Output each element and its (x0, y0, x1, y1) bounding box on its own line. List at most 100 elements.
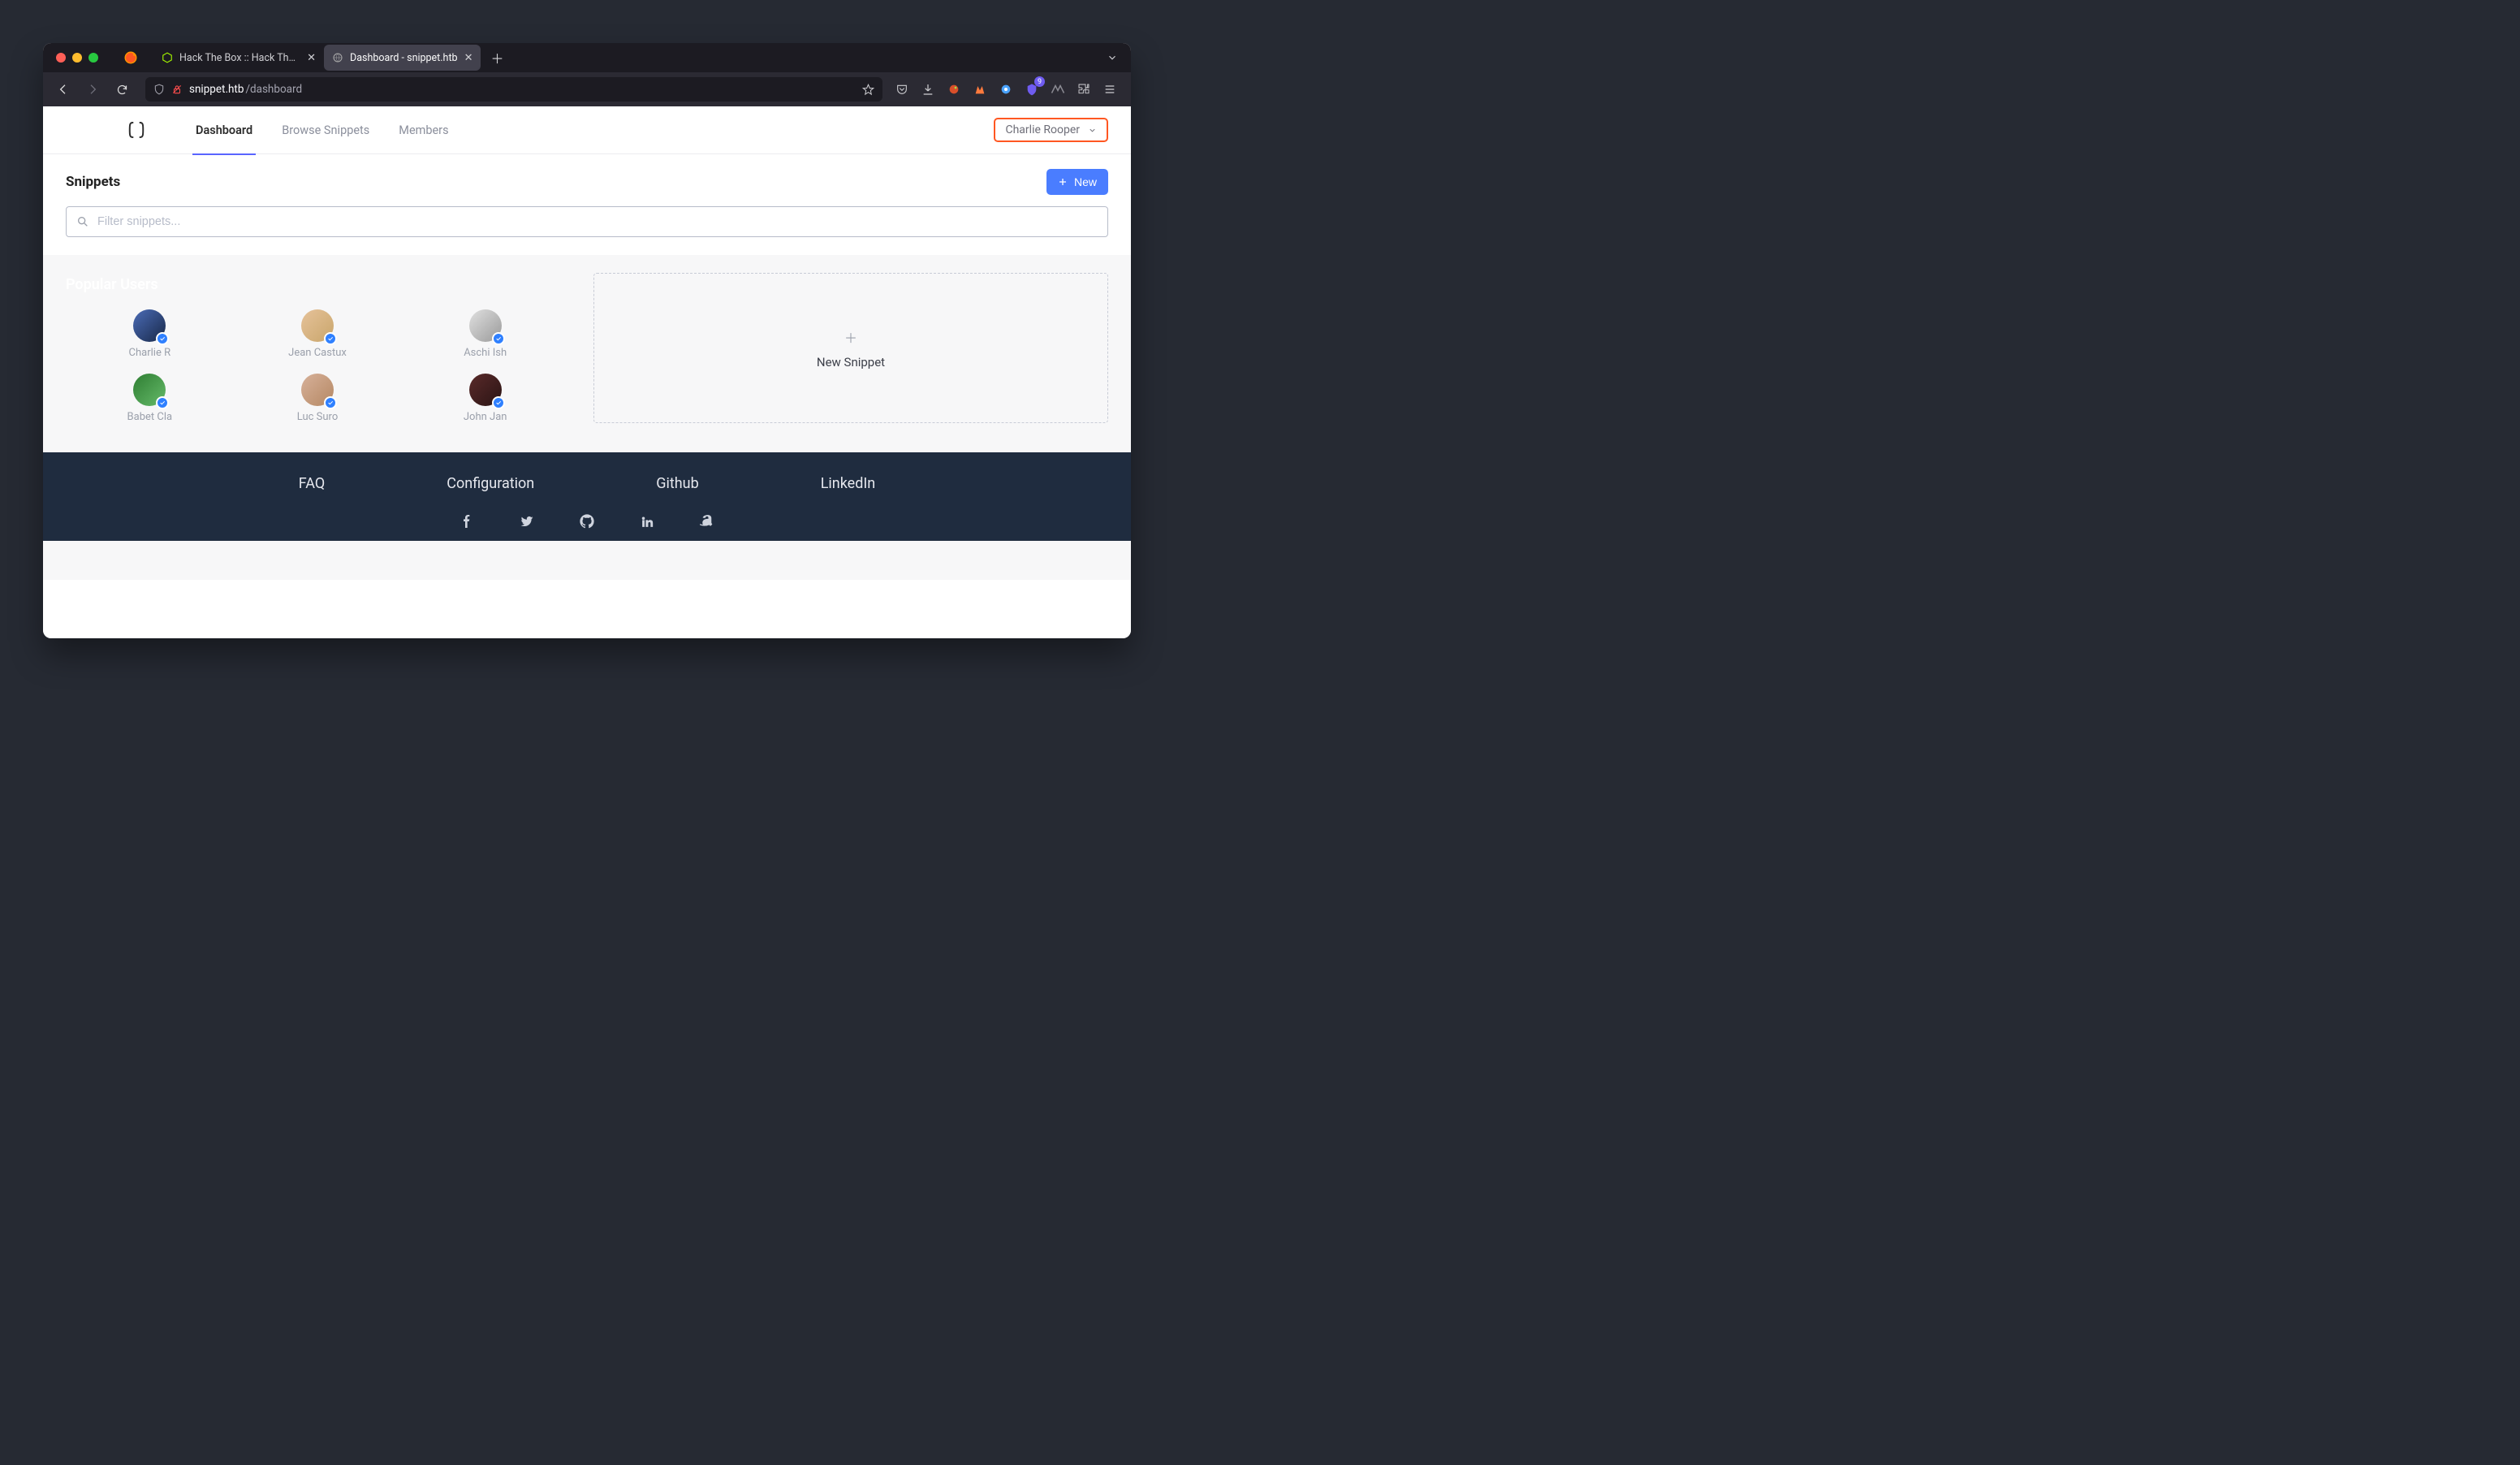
dashboard-area: Popular Users Charlie R Jean Castux Aschi … (43, 255, 1131, 452)
user-chip[interactable]: Babet Cla (66, 374, 234, 423)
avatar (469, 374, 502, 406)
github-icon[interactable] (579, 513, 595, 529)
list-all-tabs-icon[interactable] (1107, 52, 1118, 63)
user-name-label: Aschi Ish (464, 347, 507, 359)
browser-tab-0[interactable]: Hack The Box :: Hack The Box ✕ (153, 45, 324, 71)
nav-back-button[interactable] (51, 77, 76, 102)
popular-users-column: Popular Users Charlie R Jean Castux Aschi … (66, 273, 569, 423)
macos-window-controls[interactable] (56, 53, 98, 63)
below-footer-spacer (43, 541, 1131, 580)
pocket-icon[interactable] (894, 81, 910, 97)
verified-badge-icon (156, 332, 169, 345)
footer-social-row (43, 513, 1131, 529)
new-tab-button[interactable]: ＋ (485, 46, 508, 69)
filter-snippets-field[interactable] (66, 206, 1108, 237)
user-name-label: Jean Castux (288, 347, 347, 359)
user-name-label: John Jan (464, 411, 507, 423)
filter-input[interactable] (97, 215, 1098, 228)
nav-link-label: Members (399, 123, 448, 137)
footer-link-github[interactable]: Github (656, 475, 698, 492)
verified-badge-icon (492, 396, 505, 409)
close-window-icon[interactable] (56, 53, 66, 63)
page-viewport: Dashboard Browse Snippets Members Charli… (43, 106, 1131, 638)
footer-link-configuration[interactable]: Configuration (447, 475, 534, 492)
browser-window: Hack The Box :: Hack The Box ✕ Dashboard… (43, 43, 1131, 638)
section-heading: Snippets (66, 174, 120, 190)
verified-badge-icon (324, 332, 337, 345)
browser-toolbar: snippet.htb/dashboard (43, 72, 1131, 106)
insecure-connection-icon[interactable] (171, 84, 183, 95)
footer-links: FAQ Configuration Github LinkedIn (43, 475, 1131, 492)
extensions-puzzle-icon[interactable] (1076, 81, 1092, 97)
hamburger-menu-icon[interactable] (1102, 81, 1118, 97)
downloads-icon[interactable] (920, 81, 936, 97)
verified-badge-icon (324, 396, 337, 409)
avatar (133, 374, 166, 406)
chevron-down-icon (1088, 126, 1097, 135)
user-chip[interactable]: Luc Suro (234, 374, 402, 423)
user-chip[interactable]: Aschi Ish (401, 309, 569, 359)
toolbar-extensions (894, 81, 1118, 97)
ext-icon-1[interactable] (946, 81, 962, 97)
user-chip[interactable]: Charlie R (66, 309, 234, 359)
new-snippet-label: New Snippet (817, 355, 885, 369)
nav-link-dashboard[interactable]: Dashboard (181, 106, 267, 154)
nav-link-label: Dashboard (196, 123, 252, 137)
address-bar[interactable]: snippet.htb/dashboard (145, 77, 882, 102)
app-logo-icon[interactable] (124, 118, 149, 142)
tracking-protection-icon[interactable] (153, 84, 165, 95)
avatar (301, 309, 334, 342)
facebook-icon[interactable] (459, 513, 475, 529)
avatar (301, 374, 334, 406)
user-name: Charlie Rooper (1005, 123, 1080, 136)
url-path: /dashboard (245, 83, 302, 96)
ext-icon-4[interactable] (1024, 81, 1040, 97)
new-snippet-card[interactable]: ＋ New Snippet (593, 273, 1108, 423)
user-menu-dropdown[interactable]: Charlie Rooper (994, 118, 1108, 142)
browser-tab-bar: Hack The Box :: Hack The Box ✕ Dashboard… (43, 43, 1131, 72)
nav-link-browse-snippets[interactable]: Browse Snippets (267, 106, 384, 154)
user-name-label: Babet Cla (127, 411, 173, 423)
firefox-icon (119, 46, 142, 69)
nav-forward-button[interactable] (80, 77, 105, 102)
footer-link-faq[interactable]: FAQ (299, 475, 325, 492)
nav-link-label: Browse Snippets (282, 123, 369, 137)
plus-icon: ＋ (844, 327, 857, 347)
user-chip[interactable]: Jean Castux (234, 309, 402, 359)
linkedin-icon[interactable] (639, 513, 655, 529)
page-footer: FAQ Configuration Github LinkedIn (43, 452, 1131, 541)
browser-tab-1[interactable]: Dashboard - snippet.htb ✕ (324, 45, 481, 71)
minimize-window-icon[interactable] (72, 53, 82, 63)
verified-badge-icon (492, 332, 505, 345)
tab-favicon-htb-icon (162, 52, 173, 63)
ext-icon-5[interactable] (1050, 81, 1066, 97)
new-snippet-button[interactable]: New (1046, 169, 1108, 195)
amazon-icon[interactable] (699, 513, 715, 529)
footer-link-linkedin[interactable]: LinkedIn (821, 475, 876, 492)
popular-users-title: Popular Users (66, 276, 569, 293)
bookmark-star-icon[interactable] (862, 84, 874, 96)
nav-reload-button[interactable] (110, 77, 134, 102)
search-icon (76, 215, 89, 228)
app-navbar: Dashboard Browse Snippets Members Charli… (43, 106, 1131, 154)
tab-close-icon[interactable]: ✕ (307, 52, 316, 64)
ext-icon-3[interactable] (998, 81, 1014, 97)
plus-icon (1058, 177, 1068, 187)
user-name-label: Luc Suro (297, 411, 339, 423)
twitter-icon[interactable] (519, 513, 535, 529)
snippets-section: Snippets New (43, 154, 1131, 255)
foxyproxy-icon[interactable] (972, 81, 988, 97)
new-button-label: New (1074, 175, 1097, 188)
avatar (469, 309, 502, 342)
user-name-label: Charlie R (129, 347, 171, 359)
tab-favicon-generic-icon (332, 52, 343, 63)
maximize-window-icon[interactable] (88, 53, 98, 63)
user-chip[interactable]: John Jan (401, 374, 569, 423)
verified-badge-icon (156, 396, 169, 409)
url-host: snippet.htb (189, 83, 244, 96)
tab-close-icon[interactable]: ✕ (464, 52, 473, 64)
avatar (133, 309, 166, 342)
tab-label: Dashboard - snippet.htb (350, 52, 458, 64)
tab-label: Hack The Box :: Hack The Box (179, 52, 300, 64)
nav-link-members[interactable]: Members (384, 106, 463, 154)
